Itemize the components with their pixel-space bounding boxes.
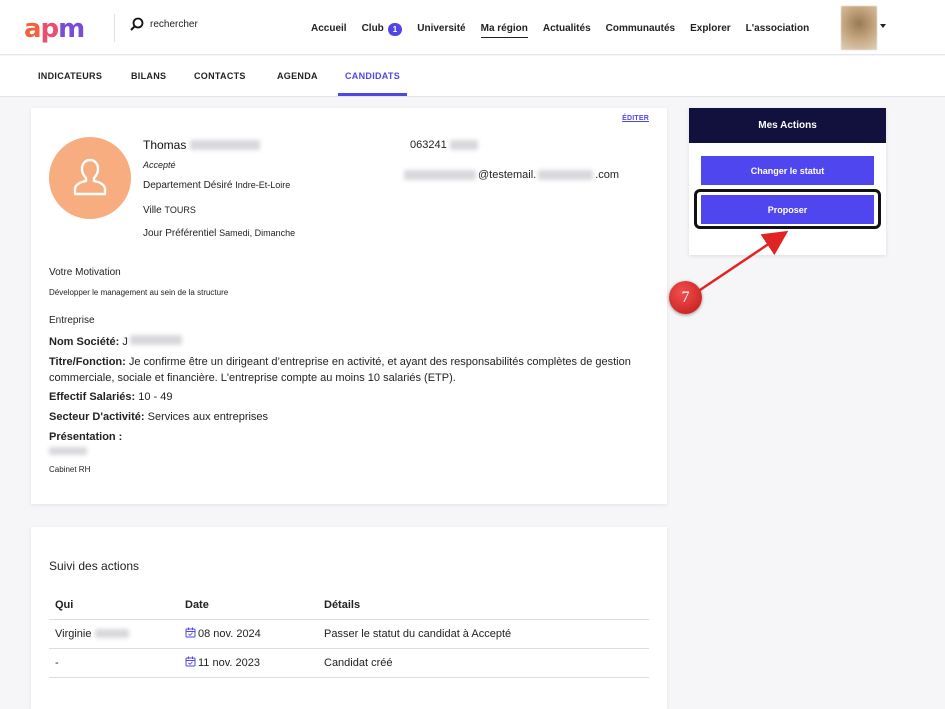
- annotation-arrow: [699, 230, 789, 292]
- step-marker: 7: [669, 281, 702, 314]
